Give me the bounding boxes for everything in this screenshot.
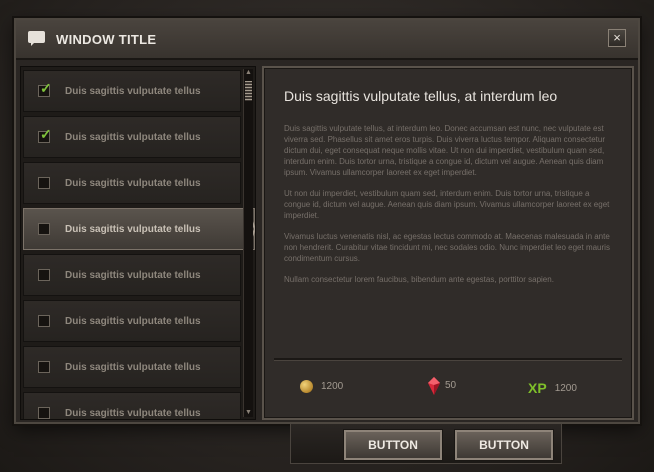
checkbox[interactable]	[38, 223, 50, 235]
right-button[interactable]: BUTTON	[455, 430, 553, 460]
gem-amount: 50	[445, 379, 457, 391]
scrollbar[interactable]: ▲ ▼	[243, 69, 253, 417]
title-bar: WINDOW TITLE ×	[16, 20, 638, 60]
checkbox[interactable]	[38, 407, 50, 419]
list-item[interactable]: ✓ Duis sagittis vulputate tellus	[23, 70, 241, 112]
scroll-up-arrow-icon[interactable]: ▲	[244, 69, 253, 77]
xp-icon: XP	[528, 380, 547, 396]
detail-paragraph: Duis sagittis vulputate tellus, at inter…	[284, 124, 606, 177]
gold-coin-icon	[300, 380, 313, 393]
detail-paragraph: Nullam consectetur lorem faucibus, biben…	[284, 275, 554, 284]
list-item[interactable]: Duis sagittis vulputate tellus	[23, 162, 241, 204]
checkbox[interactable]	[38, 269, 50, 281]
list-item[interactable]: Duis sagittis vulputate tellus	[23, 208, 255, 250]
left-button[interactable]: BUTTON	[344, 430, 442, 460]
detail-paragraph: Vivamus luctus venenatis nisl, ac egesta…	[284, 232, 610, 263]
list-item-label: Duis sagittis vulputate tellus	[65, 223, 201, 235]
close-icon: ×	[613, 30, 621, 45]
xp-reward: XP 1200	[528, 380, 577, 396]
list-item-label: Duis sagittis vulputate tellus	[65, 361, 201, 373]
list-item-label: Duis sagittis vulputate tellus	[65, 131, 201, 143]
checkbox[interactable]	[38, 315, 50, 327]
checkmark-icon: ✓	[40, 80, 52, 96]
detail-panel: Duis sagittis vulputate tellus, at inter…	[262, 66, 634, 420]
list-item-label: Duis sagittis vulputate tellus	[65, 85, 201, 97]
list-item-label: Duis sagittis vulputate tellus	[65, 315, 201, 327]
close-button[interactable]: ×	[608, 29, 626, 47]
list-item[interactable]: Duis sagittis vulputate tellus	[23, 346, 241, 388]
list-item[interactable]: Duis sagittis vulputate tellus	[23, 254, 241, 296]
list-item-label: Duis sagittis vulputate tellus	[65, 407, 201, 419]
window-title: WINDOW TITLE	[56, 31, 157, 47]
red-gem-icon	[428, 377, 440, 395]
item-list: ✓ Duis sagittis vulputate tellus ✓ Duis sag…	[20, 66, 256, 420]
checkmark-icon: ✓	[40, 126, 52, 142]
gold-reward: 1200	[300, 380, 343, 393]
list-item-label: Duis sagittis vulputate tellus	[65, 269, 201, 281]
list-item[interactable]: ✓ Duis sagittis vulputate tellus	[23, 116, 241, 158]
detail-paragraph: Ut non dui imperdiet, vestibulum quam se…	[284, 189, 610, 220]
detail-title: Duis sagittis vulputate tellus, at inter…	[284, 88, 558, 104]
gem-reward: 50	[428, 377, 457, 395]
list-item[interactable]: Duis sagittis vulputate tellus	[23, 300, 241, 342]
game-window: WINDOW TITLE × ✓ Duis sagittis vulputate …	[14, 18, 640, 424]
detail-body: Duis sagittis vulputate tellus, at inter…	[284, 123, 614, 295]
scroll-thumb[interactable]	[245, 81, 252, 101]
divider	[274, 358, 622, 361]
scroll-down-arrow-icon[interactable]: ▼	[244, 409, 253, 417]
list-item-label: Duis sagittis vulputate tellus	[65, 177, 201, 189]
checkbox[interactable]: ✓	[38, 81, 52, 97]
checkbox[interactable]: ✓	[38, 127, 52, 143]
gold-amount: 1200	[321, 381, 344, 392]
list-item[interactable]: Duis sagittis vulputate tellus	[23, 392, 241, 419]
checkbox[interactable]	[38, 361, 50, 373]
xp-amount: 1200	[554, 382, 577, 394]
speech-bubble-icon	[28, 30, 46, 48]
checkbox[interactable]	[38, 177, 50, 189]
